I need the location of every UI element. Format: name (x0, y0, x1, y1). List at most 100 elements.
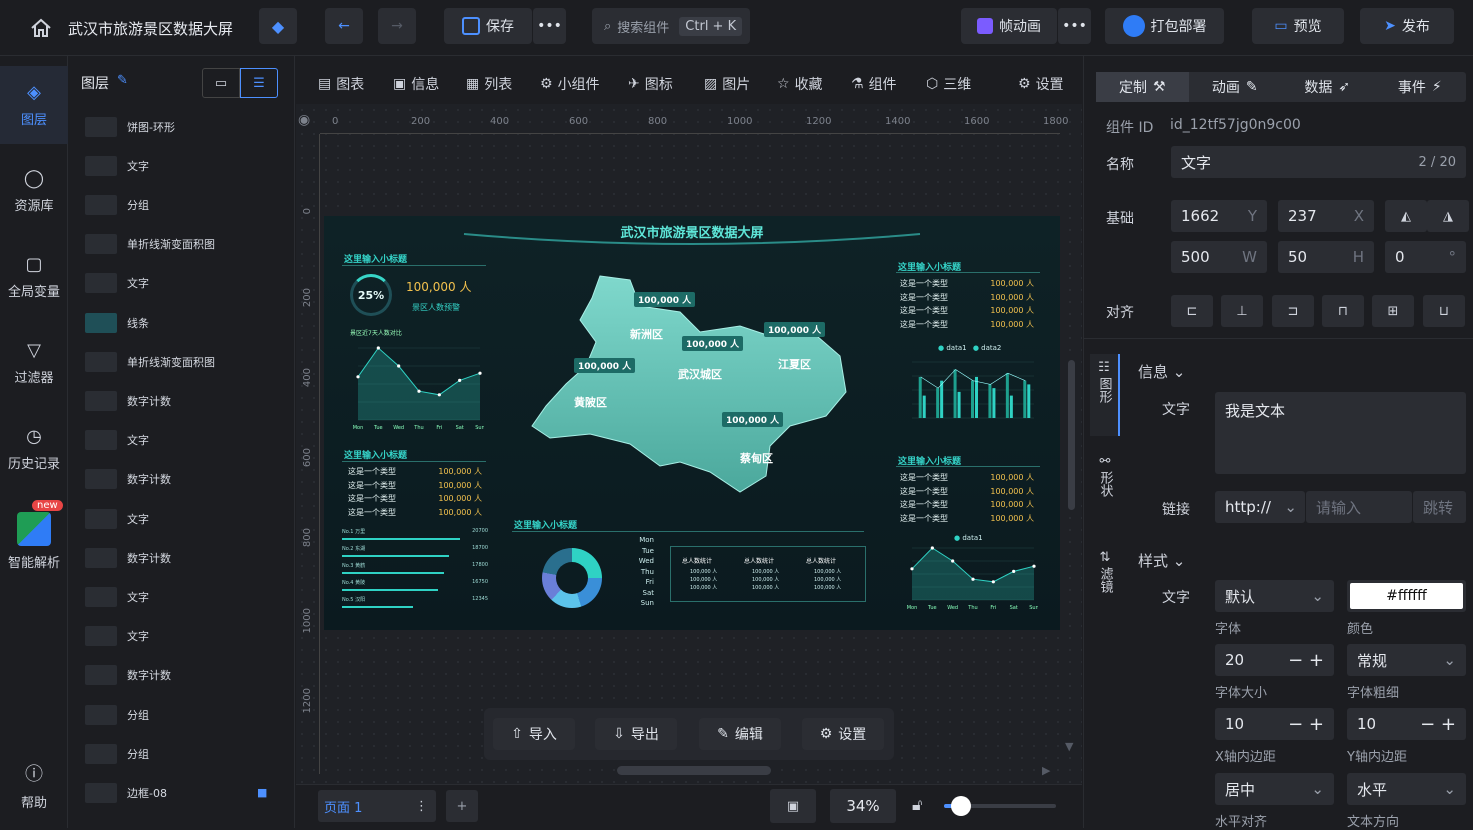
package-deploy-button[interactable]: 打包部署 (1105, 8, 1224, 44)
tool-image[interactable]: ▨ 图片 (704, 74, 750, 94)
frame-animation-button[interactable]: 帧动画 (961, 8, 1057, 44)
font-select[interactable]: 默认 ⌄ (1215, 580, 1334, 612)
export-button[interactable]: ⇩ 导出 (595, 718, 677, 750)
nav-item-history[interactable]: ◷ 历史记录 (0, 410, 68, 488)
align-center-h-button[interactable]: ⊥ (1221, 295, 1263, 327)
dashboard-preview[interactable]: 武汉市旅游景区数据大屏 这里输入小标题 25% 100,000 人 景区人数预警… (324, 216, 1060, 630)
layer-item[interactable]: 文字 (69, 421, 294, 460)
side-tab-filter[interactable]: ⇅ 滤镜 (1090, 550, 1120, 622)
font-weight-select[interactable]: 常规 ⌄ (1347, 644, 1466, 676)
zoom-slider[interactable] (944, 796, 1056, 816)
scroll-down-icon[interactable]: ▼ (1065, 740, 1073, 753)
zoom-value[interactable]: 34% (830, 789, 896, 823)
side-tab-form[interactable]: ⚯ 形状 (1090, 454, 1120, 526)
layer-item[interactable]: 文字 (69, 617, 294, 656)
tool-component[interactable]: ⚗ 组件 (851, 74, 897, 94)
layer-item[interactable]: 数字计数 (69, 656, 294, 695)
tool-icon[interactable]: ✈ 图标 (628, 74, 673, 94)
layer-item[interactable]: 数字计数 (69, 538, 294, 577)
theme-button[interactable]: ◆ (259, 8, 297, 44)
minus-plus-icon[interactable]: − + (1288, 650, 1324, 671)
x-input[interactable]: 1662 Y (1171, 200, 1267, 232)
width-input[interactable]: 500 W (1171, 241, 1267, 273)
align-top-button[interactable]: ⊓ (1322, 295, 1364, 327)
layer-item[interactable]: 单折线渐变面积图 (69, 342, 294, 381)
tool-chart[interactable]: ▤ 图表 (318, 74, 364, 94)
home-icon[interactable] (30, 17, 52, 39)
eye-icon[interactable]: ◉ (298, 112, 310, 128)
layer-item[interactable]: 分组 (69, 695, 294, 734)
color-input[interactable]: #ffffff (1347, 580, 1466, 612)
minimap-button[interactable]: ▣ (770, 789, 816, 823)
add-page-button[interactable]: + (446, 790, 478, 822)
align-right-button[interactable]: ⊐ (1272, 295, 1314, 327)
info-section-header[interactable]: 信息 ⌄ (1138, 361, 1185, 382)
vertical-scrollbar[interactable] (1068, 360, 1075, 510)
style-section-header[interactable]: 样式 ⌄ (1138, 550, 1185, 571)
layer-item[interactable]: 文字 (69, 146, 294, 185)
link-jump-button[interactable]: 跳转 (1413, 491, 1466, 523)
flip-vertical-button[interactable]: ◮ (1427, 200, 1469, 232)
layer-item[interactable]: 分组 (69, 185, 294, 224)
layer-item[interactable]: 文字 (69, 264, 294, 303)
layer-item[interactable]: 线条 (69, 303, 294, 342)
view-thumbnail-button[interactable]: ▭ (202, 68, 240, 98)
edit-button[interactable]: ✎ 编辑 (699, 718, 781, 750)
zoom-slider-knob[interactable] (951, 796, 972, 816)
nav-item-filter[interactable]: ▽ 过滤器 (0, 324, 68, 402)
more-button[interactable]: ••• (532, 8, 566, 44)
link-protocol-select[interactable]: http:// ⌄ (1215, 491, 1305, 523)
lock-icon[interactable]: ■ (257, 786, 267, 799)
align-bottom-button[interactable]: ⊔ (1423, 295, 1465, 327)
layer-item[interactable]: 饼图-环形 (69, 107, 294, 146)
scroll-right-icon[interactable]: ▶ (1042, 764, 1050, 777)
layer-item[interactable]: 单折线渐变面积图 (69, 225, 294, 264)
frame-more-button[interactable]: ••• (1057, 8, 1091, 44)
height-input[interactable]: 50 H (1278, 241, 1374, 273)
tab-data[interactable]: 数据 ➶ (1281, 72, 1374, 102)
horizontal-scrollbar[interactable] (617, 766, 771, 775)
side-tab-shape[interactable]: ☷ 图形 (1090, 354, 1120, 436)
layer-item[interactable]: 文字 (69, 577, 294, 616)
nav-item-global-vars[interactable]: ▢ 全局变量 (0, 238, 68, 316)
rotation-input[interactable]: 0 ° (1385, 241, 1466, 273)
tool-3d[interactable]: ⬡ 三维 (926, 74, 971, 94)
canvas-settings-button[interactable]: ⚙ 设置 (802, 718, 884, 750)
tool-widget[interactable]: ⚙ 小组件 (540, 74, 600, 94)
tool-list[interactable]: ▦ 列表 (466, 74, 512, 94)
save-button[interactable]: 保存 (444, 8, 532, 44)
minus-plus-icon[interactable]: − + (1288, 714, 1324, 735)
layer-item[interactable]: 分组 (69, 734, 294, 773)
tool-favorite[interactable]: ☆ 收藏 (777, 74, 823, 94)
horizontal-align-select[interactable]: 居中 ⌄ (1215, 773, 1334, 805)
layer-item[interactable]: 文字 (69, 499, 294, 538)
search-button[interactable]: ⌕ 搜索组件 Ctrl + K (592, 8, 750, 44)
layer-item[interactable]: 数字计数 (69, 381, 294, 420)
padding-y-stepper[interactable]: 10 − + (1347, 708, 1466, 740)
view-list-button[interactable]: ☰ (240, 68, 278, 98)
padding-x-stepper[interactable]: 10 − + (1215, 708, 1334, 740)
tool-info[interactable]: ▣ 信息 (393, 74, 439, 94)
text-textarea[interactable]: 我是文本 (1215, 392, 1466, 474)
redo-button[interactable]: → (378, 8, 416, 44)
tab-custom[interactable]: 定制 ⚒ (1096, 72, 1189, 102)
text-direction-select[interactable]: 水平 ⌄ (1347, 773, 1466, 805)
name-input[interactable]: 文字 2 / 20 (1171, 146, 1466, 178)
pin-icon[interactable]: ✎ (117, 73, 128, 88)
font-size-stepper[interactable]: 20 − + (1215, 644, 1334, 676)
preview-button[interactable]: ▭ 预览 (1252, 8, 1344, 44)
flip-horizontal-button[interactable]: ◭ (1385, 200, 1427, 232)
undo-button[interactable]: ← (325, 8, 363, 44)
align-middle-button[interactable]: ⊞ (1372, 295, 1414, 327)
nav-item-smart-parse[interactable]: 智能解析 new (0, 496, 68, 586)
nav-item-resources[interactable]: ◯ 资源库 (0, 152, 68, 230)
align-left-button[interactable]: ⊏ (1171, 295, 1213, 327)
page-tab[interactable]: 页面 1 ⋮ (318, 790, 436, 822)
tab-animation[interactable]: 动画 ✎ (1189, 72, 1282, 102)
tool-settings[interactable]: ⚙ 设置 (1018, 74, 1064, 94)
import-button[interactable]: ⇧ 导入 (493, 718, 575, 750)
more-vertical-icon[interactable]: ⋮ (415, 799, 428, 814)
nav-item-layers[interactable]: ◈ 图层 (0, 66, 68, 144)
layer-item[interactable]: 边框-08 ■ (69, 773, 294, 812)
minus-plus-icon[interactable]: − + (1420, 714, 1456, 735)
